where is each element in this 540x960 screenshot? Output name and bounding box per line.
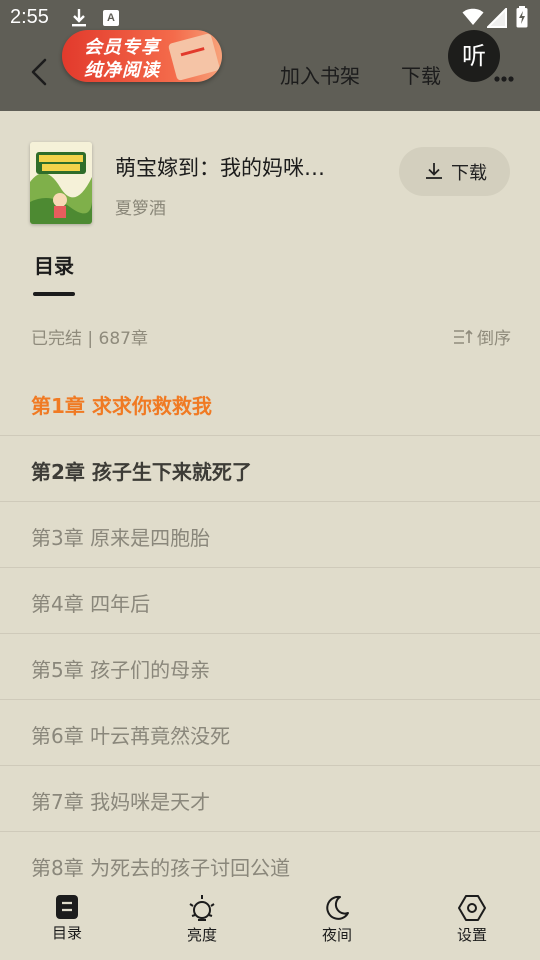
chapter-title: 第6章 叶云苒竟然没死 xyxy=(31,724,231,748)
status-time: 2:55 xyxy=(10,6,49,28)
sort-reverse-button[interactable]: 倒序 xyxy=(453,324,511,351)
chapter-title: 第3章 原来是四胞胎 xyxy=(31,526,211,550)
top-bar: 2:55 A 会员专享 纯净阅读 加入书架 下载 听 xyxy=(0,0,540,111)
chapter-list: 第1章 求求你救救我 第2章 孩子生下来就死了 第3章 原来是四胞胎 第4章 四… xyxy=(0,370,540,898)
book-info: 萌宝嫁到：我的妈咪… 夏箩酒 下载 xyxy=(0,130,540,230)
app-notification-icon: A xyxy=(103,10,119,26)
chapter-title: 第8章 为死去的孩子讨回公道 xyxy=(31,856,291,880)
nav-settings-label: 设置 xyxy=(456,926,487,944)
signal-icon xyxy=(485,6,507,32)
listen-button[interactable]: 听 xyxy=(448,30,500,82)
more-icon[interactable] xyxy=(494,68,514,87)
add-to-shelf-button[interactable]: 加入书架 xyxy=(280,60,360,89)
nav-settings-button[interactable]: 设置 xyxy=(432,894,512,945)
chapter-item-current[interactable]: 第1章 求求你救救我 xyxy=(0,370,540,436)
battery-icon xyxy=(516,6,528,32)
wifi-icon xyxy=(462,8,484,30)
brightness-icon xyxy=(189,895,215,921)
nav-toc-button[interactable]: 目录 xyxy=(27,894,107,943)
chapter-title: 第4章 四年后 xyxy=(31,592,151,616)
chevron-left-icon xyxy=(31,58,47,86)
chapter-title: 第2章 孩子生下来就死了 xyxy=(31,460,252,484)
download-button-label: 下载 xyxy=(451,163,487,184)
nav-brightness-label: 亮度 xyxy=(186,926,217,944)
completion-status: 已完结 | 687章 xyxy=(31,329,148,349)
toc-meta-row: 已完结 | 687章 倒序 xyxy=(31,324,511,349)
header-download-button[interactable]: 下载 xyxy=(401,60,441,89)
download-notification-icon xyxy=(70,8,88,32)
promo-decoration-icon xyxy=(167,32,221,82)
vip-promo-banner[interactable]: 会员专享 纯净阅读 xyxy=(62,30,222,82)
nav-night-button[interactable]: 夜间 xyxy=(297,894,377,945)
tab-toc[interactable]: 目录 xyxy=(34,250,74,279)
toc-icon xyxy=(56,895,78,919)
chapter-title: 第5章 孩子们的母亲 xyxy=(31,658,211,682)
sort-label: 倒序 xyxy=(477,329,511,349)
chapter-item[interactable]: 第5章 孩子们的母亲 xyxy=(0,634,540,700)
download-icon xyxy=(425,162,443,185)
settings-icon xyxy=(458,895,486,921)
moon-icon xyxy=(326,895,349,920)
book-title: 萌宝嫁到：我的妈咪… xyxy=(115,156,325,180)
chapter-item[interactable]: 第3章 原来是四胞胎 xyxy=(0,502,540,568)
tab-indicator xyxy=(33,292,75,296)
chapter-title: 第7章 我妈咪是天才 xyxy=(31,790,211,814)
nav-night-label: 夜间 xyxy=(321,926,352,944)
nav-brightness-button[interactable]: 亮度 xyxy=(162,894,242,945)
chapter-item[interactable]: 第2章 孩子生下来就死了 xyxy=(0,436,540,502)
book-author: 夏箩酒 xyxy=(115,199,166,219)
chapter-item[interactable]: 第4章 四年后 xyxy=(0,568,540,634)
nav-toc-label: 目录 xyxy=(51,924,82,942)
back-button[interactable] xyxy=(24,56,56,88)
vip-promo-line2: 纯净阅读 xyxy=(84,60,160,81)
chapter-item[interactable]: 第6章 叶云苒竟然没死 xyxy=(0,700,540,766)
bottom-nav: 目录 亮度 夜间 设置 xyxy=(0,888,540,960)
chapter-item[interactable]: 第7章 我妈咪是天才 xyxy=(0,766,540,832)
book-cover[interactable] xyxy=(30,142,92,224)
download-button[interactable]: 下载 xyxy=(399,147,510,196)
sort-icon xyxy=(453,328,473,351)
chapter-title: 第1章 求求你救救我 xyxy=(31,394,212,418)
